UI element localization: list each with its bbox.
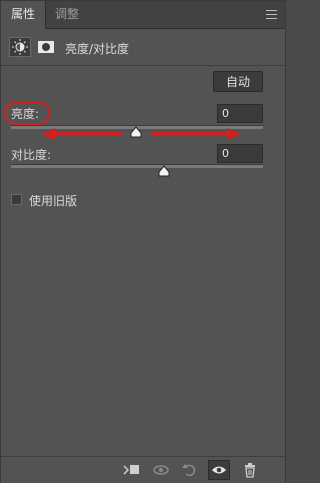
adjustment-title: 亮度/对比度: [65, 42, 130, 56]
contrast-slider-track[interactable]: [11, 164, 263, 168]
use-legacy-label: 使用旧版: [29, 194, 78, 208]
panel-menu-icon[interactable]: [266, 10, 277, 19]
use-legacy-checkbox[interactable]: [11, 194, 22, 205]
trash-icon[interactable]: [239, 460, 261, 480]
brightness-sun-icon[interactable]: [9, 37, 31, 57]
layer-mask-icon[interactable]: [37, 38, 55, 56]
panel-bottom-toolbar: [1, 456, 285, 483]
tab-adjustments[interactable]: 调整: [45, 1, 89, 28]
panel-tab-bar: 属性 调整: [1, 1, 285, 29]
brightness-slider-thumb[interactable]: [130, 126, 142, 138]
tab-properties[interactable]: 属性: [1, 1, 47, 29]
contrast-field[interactable]: 0: [217, 144, 263, 163]
view-previous-state-icon[interactable]: [150, 460, 172, 480]
properties-panel: 属性 调整 亮度/对比度 自动 亮度: 0 对比度: 0 使用旧版: [0, 0, 286, 483]
auto-button[interactable]: 自动: [213, 71, 263, 92]
brightness-field[interactable]: 0: [217, 104, 263, 123]
clip-to-layer-icon[interactable]: [121, 460, 143, 480]
eye-icon[interactable]: [208, 460, 230, 480]
brightness-label: 亮度:: [11, 107, 40, 121]
contrast-label: 对比度:: [11, 148, 52, 162]
contrast-slider-thumb[interactable]: [158, 165, 170, 177]
adjustment-header: 亮度/对比度: [1, 29, 285, 66]
reset-icon[interactable]: [178, 460, 200, 480]
